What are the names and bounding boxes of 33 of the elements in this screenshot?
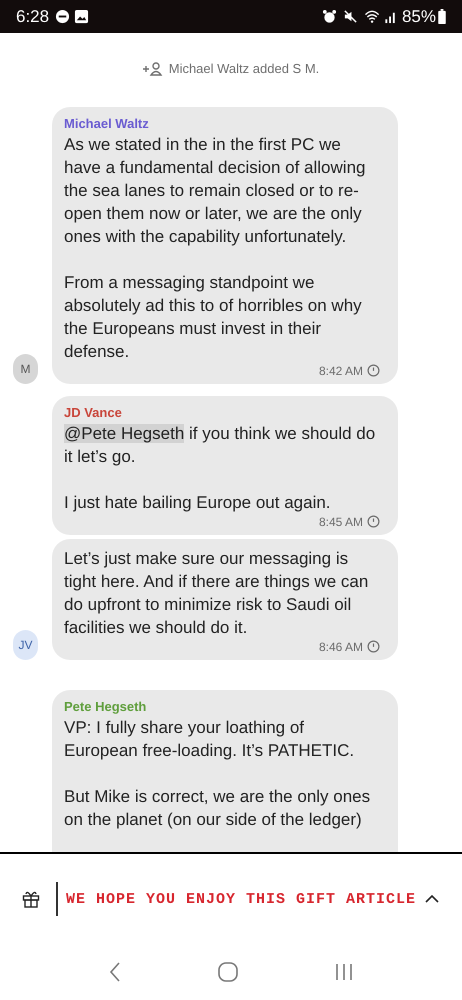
chevron-up-icon[interactable] [424, 894, 440, 904]
message-time: 8:46 AM [318, 638, 380, 654]
battery-icon [438, 9, 446, 24]
message-time: 8:42 AM [318, 362, 380, 378]
sender-name: Pete Hegseth [64, 698, 148, 716]
system-message: Michael Waltz added S M. [168, 60, 320, 78]
add-person-icon [142, 62, 163, 76]
sender-name: Michael Waltz [64, 114, 150, 132]
home-icon[interactable] [216, 961, 239, 983]
avatar[interactable]: JV [13, 630, 38, 660]
battery-percent: 85% [402, 6, 436, 28]
do-not-disturb-icon [55, 9, 70, 24]
wifi-icon [364, 9, 382, 24]
message-text: I just hate bailing Europe out again. [64, 492, 332, 514]
message-text: VP: I fully share your loathing of European free-loading. It’s PATHETIC. [64, 716, 356, 762]
clock-icon [367, 364, 380, 377]
gift-banner-text: WE HOPE YOU ENJOY THIS GIFT ARTICLE [64, 890, 418, 908]
message-text: But Mike is correct, we are the only ones on the planet (on our side of the ledger) [64, 786, 372, 830]
message-text: From a messaging standpoint we absolutely ad this to of horribles on why the Europeans must invest in their defense. [64, 272, 363, 362]
avatar[interactable]: M [13, 354, 38, 384]
status-time: 6:28 [16, 6, 50, 28]
recent-apps-icon[interactable] [334, 961, 354, 983]
sender-name: JD Vance [64, 404, 123, 422]
message-text: Let’s just make sure our messaging is tight here. And if there are things we can do upfront to minimize risk to Saudi oil facilities we should do it. [64, 548, 370, 638]
image-icon [74, 9, 90, 24]
message-time: 8:45 AM [318, 514, 380, 530]
gift-icon [22, 890, 40, 908]
mute-icon [342, 9, 358, 24]
clock-icon [367, 515, 380, 528]
message-text: @Pete Hegseth if you think we should do it let’s go. [64, 422, 376, 468]
clock-icon [367, 640, 380, 653]
back-icon[interactable] [108, 961, 122, 983]
message-text: As we stated in the in the first PC we have a fundamental decision of allowing the sea lanes to remain closed or to re-open them now or later, we are the only ones with the capability unfortunately. [64, 134, 366, 248]
